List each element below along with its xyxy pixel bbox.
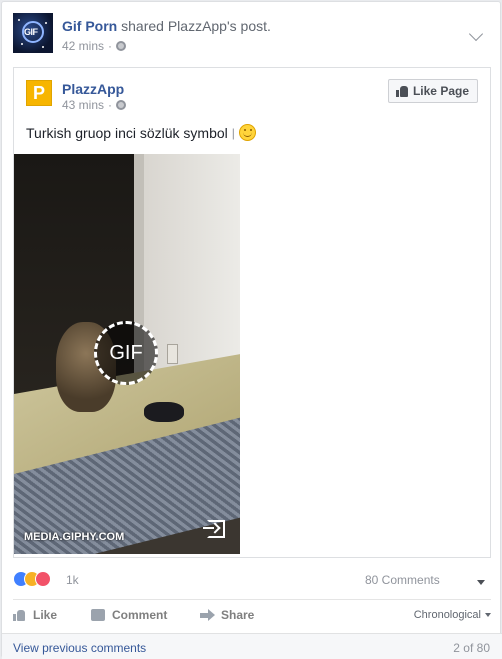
shared-page-link[interactable]: PlazzApp — [168, 18, 227, 34]
story-timestamp[interactable]: 42 mins — [62, 39, 104, 53]
shared-post-timestamp[interactable]: 43 mins — [62, 98, 104, 112]
meta-dot: · — [108, 39, 113, 53]
open-external-icon[interactable] — [203, 520, 225, 538]
post-body: Turkish gruop inci sözlük symbol — [26, 124, 228, 141]
gif-porn-avatar[interactable]: GIF — [13, 13, 53, 53]
actor-link[interactable]: Gif Porn — [62, 18, 117, 34]
story-object: 's post. — [226, 18, 271, 34]
shared-post: P PlazzApp 43 mins · Like Page Turkish g… — [13, 67, 491, 558]
like-button[interactable]: Like — [13, 608, 57, 622]
thumbs-up-icon — [13, 609, 26, 621]
gif-source-credit[interactable]: MEDIA.GIPHY.COM — [24, 531, 124, 543]
globe-icon[interactable] — [116, 41, 127, 51]
smiling-face-icon — [238, 124, 256, 141]
comment-count[interactable]: 80 Comments — [365, 573, 440, 587]
comment-button[interactable]: Comment — [91, 608, 167, 622]
gif-badge-label: GIF — [109, 341, 143, 364]
page-name-link[interactable]: PlazzApp — [62, 81, 124, 97]
shared-post-meta: 43 mins · — [62, 98, 127, 112]
meta-dot: · — [108, 98, 113, 112]
comment-order-dropdown[interactable]: Chronological — [414, 609, 491, 621]
gif-media[interactable]: GIF MEDIA.GIPHY.COM — [14, 154, 240, 554]
avatar-letter: P — [32, 82, 45, 103]
like-page-label: Like Page — [412, 84, 469, 98]
story-meta: 42 mins · — [62, 39, 127, 53]
comments-pager: View previous comments 2 of 80 — [2, 633, 502, 659]
comment-icon — [91, 609, 105, 621]
comment-order-label: Chronological — [413, 609, 481, 621]
story-verb: shared — [121, 18, 164, 34]
gif-play-badge[interactable]: GIF — [94, 321, 158, 385]
view-previous-comments-link[interactable]: View previous comments — [13, 641, 146, 655]
post-text: Turkish gruop inci sözlük symbol | — [26, 124, 256, 141]
action-bar: Like Comment Share Chronological — [13, 599, 491, 631]
caret-down-icon — [485, 613, 491, 617]
globe-icon[interactable] — [116, 100, 127, 110]
plazzapp-avatar[interactable]: P — [26, 80, 52, 106]
story-header: GIF Gif Porn shared PlazzApp's post. 42 … — [13, 13, 493, 57]
thumbs-up-icon — [395, 85, 408, 97]
text-separator: | — [231, 125, 235, 140]
gif-dark-object — [144, 402, 184, 422]
share-button[interactable]: Share — [200, 608, 254, 622]
reaction-count[interactable]: 1k — [66, 573, 79, 587]
feed-story: GIF Gif Porn shared PlazzApp's post. 42 … — [1, 1, 502, 659]
caret-down-icon[interactable] — [477, 580, 485, 585]
chevron-down-icon[interactable] — [468, 26, 484, 42]
share-label: Share — [221, 608, 255, 622]
reactions-bar: 1k 80 Comments — [13, 569, 493, 589]
like-page-button[interactable]: Like Page — [387, 79, 478, 103]
story-title: Gif Porn shared PlazzApp's post. — [62, 18, 271, 34]
love-reaction-icon[interactable] — [35, 571, 51, 587]
comment-pager-count: 2 of 80 — [453, 641, 490, 655]
gif-light-switch — [167, 344, 178, 364]
like-label: Like — [33, 608, 58, 622]
comment-label: Comment — [112, 608, 168, 622]
share-arrow-icon — [200, 609, 215, 621]
